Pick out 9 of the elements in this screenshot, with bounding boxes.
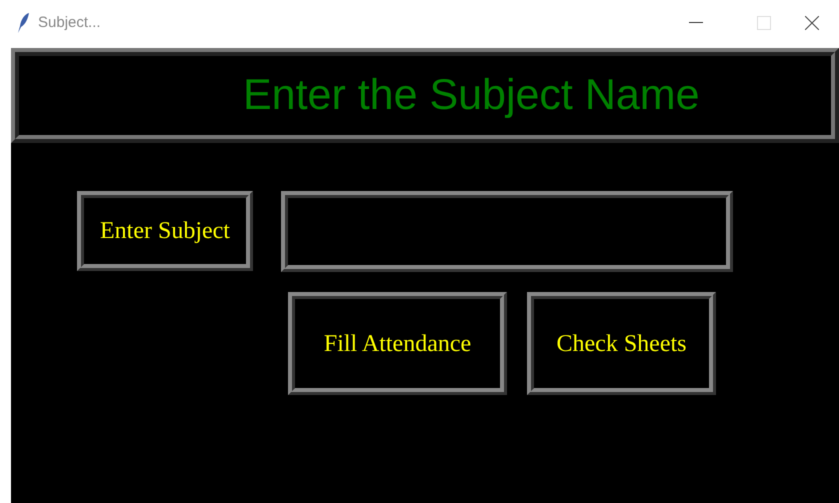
close-icon[interactable] — [805, 16, 819, 30]
header-title: Enter the Subject Name — [243, 74, 700, 117]
action-button[interactable]: Check Sheets — [527, 292, 716, 395]
subject-field[interactable] — [281, 191, 733, 272]
minimize-icon[interactable] — [689, 22, 703, 24]
action-button[interactable]: Fill Attendance — [288, 292, 507, 395]
feather-icon — [16, 12, 30, 34]
window-title: Subject... — [38, 12, 101, 33]
subject-label: Enter Subject — [77, 191, 253, 271]
